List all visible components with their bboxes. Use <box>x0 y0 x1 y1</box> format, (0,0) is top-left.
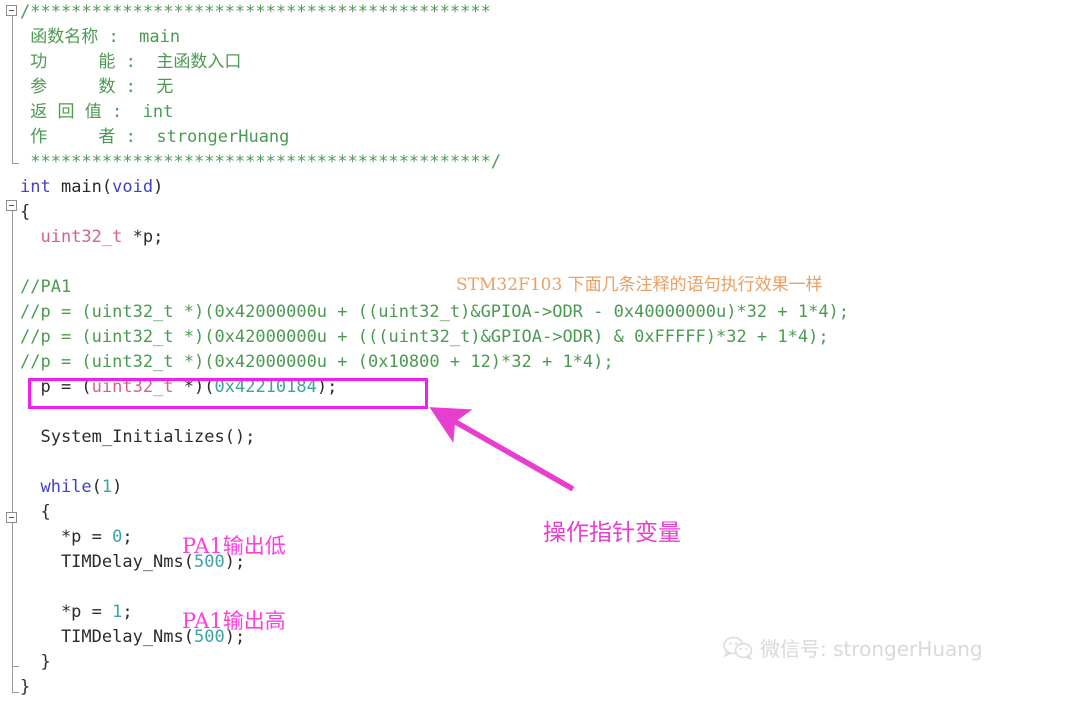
code-line[interactable]: 返 回 值 : int <box>20 100 1080 125</box>
code-token: *p = <box>20 602 113 622</box>
code-token: { <box>20 202 31 222</box>
code-lines[interactable]: /***************************************… <box>20 0 1080 700</box>
fold-end-while <box>12 666 19 667</box>
code-token: ) <box>153 177 164 197</box>
code-token: main( <box>50 177 113 197</box>
code-line[interactable]: } <box>20 675 1080 700</box>
code-token: ; <box>122 527 133 547</box>
fold-end-comment <box>12 163 19 164</box>
code-line[interactable]: //p = (uint32_t *)(0x42000000u + (((uint… <box>20 325 1080 350</box>
code-token: 1 <box>112 602 123 622</box>
code-token: } <box>20 677 31 697</box>
code-token: 1 <box>101 477 113 497</box>
code-token: *p; <box>122 227 164 247</box>
code-line[interactable]: { <box>20 200 1080 225</box>
code-token: void <box>112 177 154 197</box>
watermark-text: 微信号: strongerHuang <box>760 637 983 661</box>
code-token: uint32_t <box>91 377 174 397</box>
code-line[interactable] <box>20 575 1080 600</box>
code-editor: /***************************************… <box>0 0 1080 709</box>
code-token: while <box>20 477 92 497</box>
code-line[interactable]: while(1) <box>20 475 1080 500</box>
fold-end-main <box>12 692 19 693</box>
code-line[interactable]: ****************************************… <box>20 150 1080 175</box>
code-token: 返 回 值 : int <box>20 102 174 122</box>
fold-toggle-main-body[interactable] <box>6 200 17 211</box>
code-token: ) <box>112 477 123 497</box>
fold-toggle-while-body[interactable] <box>6 512 17 523</box>
code-line[interactable]: 作 者 : strongerHuang <box>20 125 1080 150</box>
code-line[interactable]: uint32_t *p; <box>20 225 1080 250</box>
code-token: } <box>20 652 51 672</box>
annotation-pointer-label: 操作指针变量 <box>543 520 681 546</box>
code-token: //p = (uint32_t *)(0x42000000u + ((uint3… <box>20 302 850 322</box>
annotation-pa1-high: PA1输出高 <box>182 609 286 633</box>
wechat-watermark: 微信号: strongerHuang <box>723 633 983 662</box>
code-line[interactable]: //p = (uint32_t *)(0x42000000u + (0x1080… <box>20 350 1080 375</box>
code-line[interactable]: TIMDelay_Nms(500); <box>20 550 1080 575</box>
code-line[interactable]: //p = (uint32_t *)(0x42000000u + ((uint3… <box>20 300 1080 325</box>
code-token: ); <box>316 377 338 397</box>
code-token: *p = <box>20 527 113 547</box>
code-token: //PA1 <box>20 277 72 297</box>
code-line[interactable]: *p = 1; <box>20 600 1080 625</box>
wechat-icon <box>723 636 753 660</box>
fold-bracket-while <box>12 523 13 667</box>
code-token: 函数名称 : main <box>20 27 181 47</box>
code-line[interactable]: p = (uint32_t *)(0x42210184); <box>20 375 1080 400</box>
code-token: int <box>20 177 51 197</box>
fold-gutter[interactable] <box>0 0 22 709</box>
fold-toggle-comment-block[interactable] <box>6 5 17 16</box>
code-token: ****************************************… <box>20 152 502 172</box>
code-token: /***************************************… <box>20 2 491 22</box>
code-token: //p = (uint32_t *)(0x42000000u + (((uint… <box>20 327 829 347</box>
code-token: 参 数 : 无 <box>20 77 174 97</box>
fold-bracket-comment <box>12 16 13 164</box>
code-token: 0 <box>112 527 123 547</box>
code-token: System_Initializes(); <box>20 427 256 447</box>
annotation-orange-note: STM32F103 下面几条注释的语句执行效果一样 <box>456 275 823 295</box>
code-token: { <box>20 502 51 522</box>
code-token: uint32_t <box>20 227 123 247</box>
code-token: ( <box>91 477 102 497</box>
code-line[interactable] <box>20 400 1080 425</box>
code-line[interactable]: /***************************************… <box>20 0 1080 25</box>
code-token: //p = (uint32_t *)(0x42000000u + (0x1080… <box>20 352 614 372</box>
code-token: TIMDelay_Nms( <box>20 552 194 572</box>
code-token: 0x42210184 <box>214 377 317 397</box>
code-token: ; <box>122 602 133 622</box>
code-line[interactable]: 函数名称 : main <box>20 25 1080 50</box>
code-line[interactable]: int main(void) <box>20 175 1080 200</box>
code-token: *)( <box>173 377 215 397</box>
code-line[interactable] <box>20 450 1080 475</box>
code-line[interactable]: 功 能 : 主函数入口 <box>20 50 1080 75</box>
code-token: 作 者 : strongerHuang <box>20 127 290 147</box>
code-token: p = ( <box>20 377 92 397</box>
code-token: 功 能 : 主函数入口 <box>20 52 242 72</box>
code-token: TIMDelay_Nms( <box>20 627 194 647</box>
annotation-pa1-low: PA1输出低 <box>182 534 286 558</box>
code-line[interactable]: System_Initializes(); <box>20 425 1080 450</box>
code-line[interactable]: 参 数 : 无 <box>20 75 1080 100</box>
